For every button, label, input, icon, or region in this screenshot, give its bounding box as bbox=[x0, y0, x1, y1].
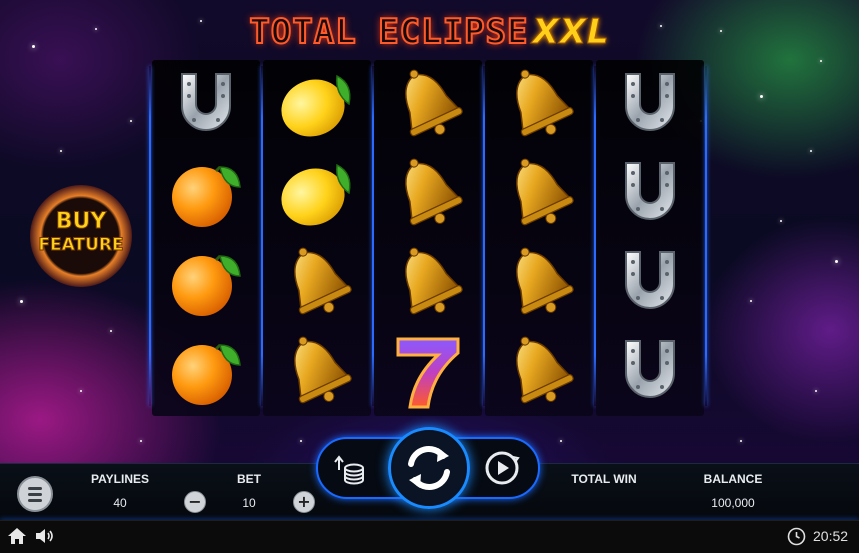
reel-4 bbox=[485, 60, 593, 416]
reel-grid bbox=[149, 60, 707, 416]
reel-frame-left bbox=[149, 66, 151, 406]
bet-decrease-button[interactable]: − bbox=[184, 491, 206, 513]
star bbox=[130, 120, 132, 122]
star bbox=[20, 300, 23, 303]
symbol-bell bbox=[263, 238, 371, 327]
buy-feature-label-bottom: FEATURE bbox=[38, 235, 124, 256]
reel-frame-right bbox=[705, 66, 707, 406]
symbol-seven bbox=[374, 327, 482, 416]
symbol-lemon bbox=[263, 149, 371, 238]
symbol-orange bbox=[152, 238, 260, 327]
speaker-icon bbox=[36, 529, 53, 543]
symbol-bell bbox=[485, 149, 593, 238]
total-win-label: TOTAL WIN bbox=[571, 472, 637, 486]
symbol-bell bbox=[485, 327, 593, 416]
bet-label: BET bbox=[237, 472, 261, 486]
paylines-value: 40 bbox=[113, 496, 127, 510]
autoplay-icon bbox=[485, 451, 520, 485]
star bbox=[110, 330, 112, 332]
star bbox=[810, 150, 812, 152]
symbol-bell bbox=[374, 60, 482, 149]
title-suffix: XXL bbox=[532, 12, 610, 53]
symbol-horseshoe bbox=[596, 238, 704, 327]
autoplay-button[interactable] bbox=[482, 448, 522, 488]
balance-label: BALANCE bbox=[703, 472, 763, 486]
star bbox=[80, 390, 82, 392]
home-icon bbox=[8, 528, 26, 544]
reel-2 bbox=[263, 60, 371, 416]
star bbox=[820, 60, 822, 62]
paylines-label: PAYLINES bbox=[90, 472, 150, 486]
star bbox=[560, 440, 562, 442]
star bbox=[780, 220, 782, 222]
reel-1 bbox=[152, 60, 260, 416]
star bbox=[60, 150, 62, 152]
star bbox=[815, 390, 817, 392]
symbol-horseshoe bbox=[596, 149, 704, 238]
sound-button[interactable] bbox=[35, 527, 55, 545]
balance-value: 100,000 bbox=[711, 496, 755, 510]
clock-icon bbox=[787, 527, 806, 546]
star bbox=[760, 95, 763, 98]
coin-stack-icon bbox=[334, 455, 364, 485]
bet-value: 10 bbox=[242, 496, 256, 510]
game-title: TOTAL ECLIPSE XXL bbox=[0, 11, 859, 53]
spin-icon bbox=[408, 446, 450, 490]
reel-5 bbox=[596, 60, 704, 416]
symbol-orange bbox=[152, 327, 260, 416]
symbol-bell bbox=[374, 238, 482, 327]
title-main: TOTAL ECLIPSE bbox=[248, 11, 529, 53]
buy-feature-label-top: BUY bbox=[55, 209, 107, 235]
bet-increase-button[interactable]: + bbox=[293, 491, 315, 513]
menu-button[interactable] bbox=[17, 476, 53, 512]
stake-button[interactable] bbox=[330, 448, 370, 488]
star bbox=[750, 300, 752, 302]
symbol-lemon bbox=[263, 60, 371, 149]
clock-time: 20:52 bbox=[813, 528, 849, 544]
star bbox=[140, 440, 142, 442]
star bbox=[300, 440, 302, 442]
symbol-horseshoe bbox=[152, 60, 260, 149]
symbol-horseshoe bbox=[596, 60, 704, 149]
spin-button[interactable] bbox=[388, 427, 470, 509]
star bbox=[835, 260, 838, 263]
system-bar bbox=[0, 520, 859, 553]
symbol-bell bbox=[374, 149, 482, 238]
symbol-bell bbox=[263, 327, 371, 416]
star bbox=[740, 440, 742, 442]
reel-3 bbox=[374, 60, 482, 416]
symbol-bell bbox=[485, 60, 593, 149]
symbol-orange bbox=[152, 149, 260, 238]
home-button[interactable] bbox=[7, 527, 27, 545]
symbol-bell bbox=[485, 238, 593, 327]
buy-feature-button[interactable]: BUY FEATURE bbox=[30, 185, 132, 287]
symbol-horseshoe bbox=[596, 327, 704, 416]
